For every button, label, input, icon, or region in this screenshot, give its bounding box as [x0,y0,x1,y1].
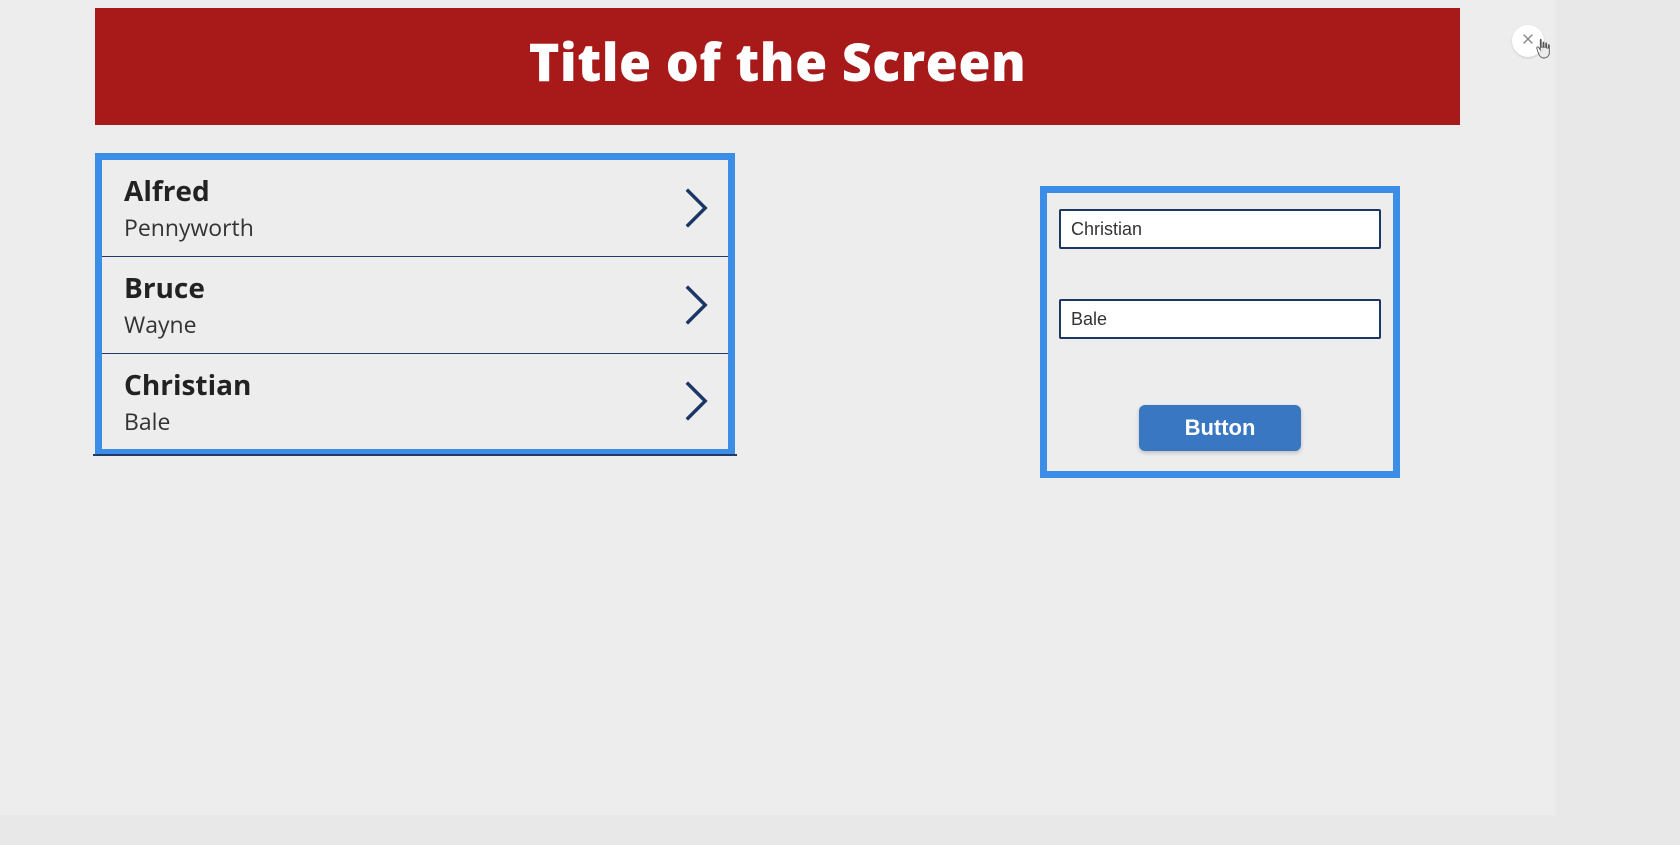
page-title: Title of the Screen [95,26,1460,97]
last-name: Wayne [124,310,205,339]
first-name: Bruce [124,271,205,306]
last-name: Pennyworth [124,213,254,242]
chevron-right-icon [682,282,710,328]
first-name: Alfred [124,174,254,209]
submit-button[interactable]: Button [1139,405,1302,451]
page-header: Title of the Screen [95,8,1460,125]
button-row: Button [1059,405,1381,451]
list-bottom-rule [93,454,737,456]
last-name: Bale [124,407,251,436]
close-icon [1521,32,1535,51]
list-item[interactable]: Bruce Wayne [102,257,728,354]
last-name-input[interactable] [1059,299,1381,339]
first-name: Christian [124,368,251,403]
list-item-text: Christian Bale [124,368,251,436]
close-button[interactable] [1512,25,1544,57]
page-container: Title of the Screen Alfred Pennyworth Br… [0,0,1555,815]
chevron-right-icon [682,378,710,424]
list-item-text: Bruce Wayne [124,271,205,339]
first-name-input[interactable] [1059,209,1381,249]
list-item-text: Alfred Pennyworth [124,174,254,242]
list-item[interactable]: Alfred Pennyworth [102,160,728,257]
people-list-panel: Alfred Pennyworth Bruce Wayne Christia [95,153,735,456]
list-item[interactable]: Christian Bale [102,354,728,450]
chevron-right-icon [682,185,710,231]
form-panel: Button [1040,186,1400,478]
content-area: Alfred Pennyworth Bruce Wayne Christia [95,153,1460,793]
